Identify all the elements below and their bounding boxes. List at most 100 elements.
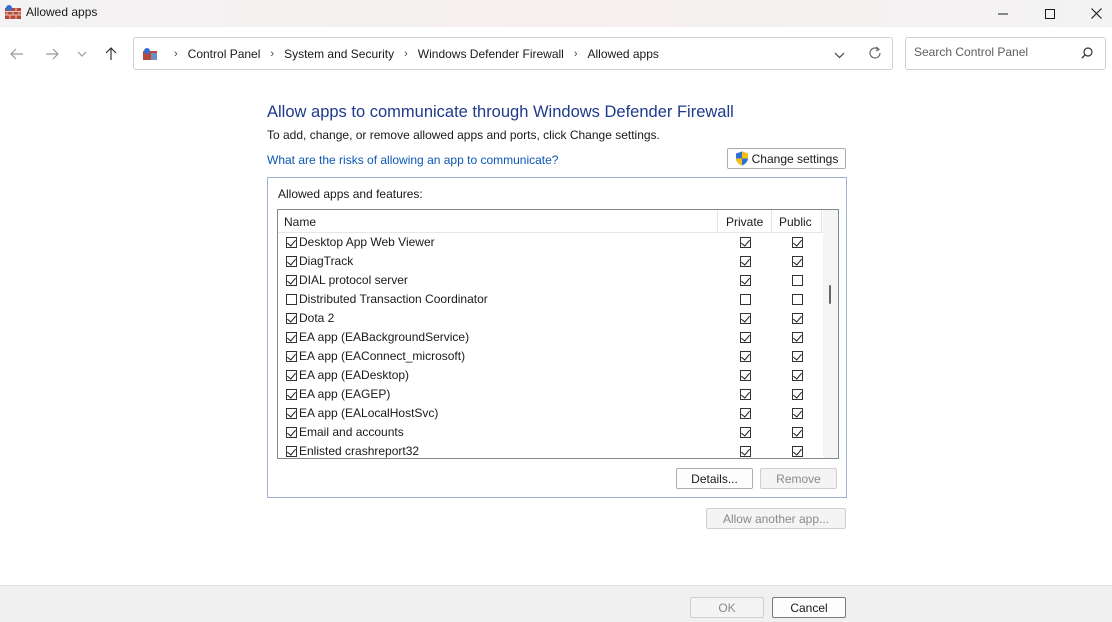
chevron-right-icon[interactable]: › bbox=[404, 48, 408, 60]
app-enabled-checkbox[interactable] bbox=[286, 313, 297, 324]
table-row[interactable]: EA app (EADesktop) bbox=[278, 366, 823, 385]
public-checkbox[interactable] bbox=[792, 237, 803, 248]
minimize-button[interactable] bbox=[980, 0, 1026, 27]
back-button[interactable] bbox=[7, 44, 27, 64]
address-dropdown-button[interactable] bbox=[834, 48, 845, 62]
app-enabled-checkbox[interactable] bbox=[286, 351, 297, 362]
public-checkbox[interactable] bbox=[792, 370, 803, 381]
column-header-public[interactable]: Public bbox=[779, 210, 812, 233]
app-enabled-checkbox[interactable] bbox=[286, 446, 297, 457]
private-checkbox[interactable] bbox=[740, 389, 751, 400]
uac-shield-icon bbox=[735, 151, 748, 166]
table-row[interactable]: EA app (EAConnect_microsoft) bbox=[278, 347, 823, 366]
arrow-left-icon bbox=[10, 48, 23, 60]
public-checkbox[interactable] bbox=[792, 408, 803, 419]
app-enabled-checkbox[interactable] bbox=[286, 370, 297, 381]
public-checkbox[interactable] bbox=[792, 294, 803, 305]
app-enabled-checkbox[interactable] bbox=[286, 256, 297, 267]
column-header-private[interactable]: Private bbox=[726, 210, 763, 233]
forward-button[interactable] bbox=[42, 44, 62, 64]
app-name: Desktop App Web Viewer bbox=[299, 235, 435, 249]
app-enabled-checkbox[interactable] bbox=[286, 332, 297, 343]
public-checkbox[interactable] bbox=[792, 256, 803, 267]
private-checkbox[interactable] bbox=[740, 370, 751, 381]
ok-button[interactable]: OK bbox=[690, 597, 764, 618]
cancel-button[interactable]: Cancel bbox=[772, 597, 846, 618]
control-panel-icon bbox=[142, 47, 158, 61]
public-checkbox[interactable] bbox=[792, 332, 803, 343]
app-name: EA app (EABackgroundService) bbox=[299, 330, 470, 344]
maximize-button[interactable] bbox=[1027, 0, 1073, 27]
table-row[interactable]: Enlisted crashreport32 bbox=[278, 442, 823, 458]
up-button[interactable] bbox=[101, 44, 121, 64]
private-checkbox[interactable] bbox=[740, 313, 751, 324]
table-row[interactable]: EA app (EAGEP) bbox=[278, 385, 823, 404]
app-enabled-checkbox[interactable] bbox=[286, 275, 297, 286]
breadcrumb-windows-defender-firewall[interactable]: Windows Defender Firewall bbox=[418, 47, 564, 61]
details-button[interactable]: Details... bbox=[676, 468, 753, 489]
table-row[interactable]: Dota 2 bbox=[278, 309, 823, 328]
chevron-right-icon[interactable]: › bbox=[270, 48, 274, 60]
app-enabled-checkbox[interactable] bbox=[286, 408, 297, 419]
public-checkbox[interactable] bbox=[792, 351, 803, 362]
public-checkbox[interactable] bbox=[792, 313, 803, 324]
remove-button[interactable]: Remove bbox=[760, 468, 837, 489]
table-row[interactable]: DiagTrack bbox=[278, 252, 823, 271]
private-checkbox[interactable] bbox=[740, 294, 751, 305]
table-row[interactable]: EA app (EABackgroundService) bbox=[278, 328, 823, 347]
refresh-button[interactable] bbox=[868, 46, 882, 63]
app-name: EA app (EAConnect_microsoft) bbox=[299, 349, 466, 363]
table-row[interactable]: Email and accounts bbox=[278, 423, 823, 442]
app-enabled-checkbox[interactable] bbox=[286, 237, 297, 248]
breadcrumb-system-and-security[interactable]: System and Security bbox=[284, 47, 394, 61]
allowed-apps-list[interactable]: Name Private Public Desktop App Web View… bbox=[277, 209, 839, 459]
private-checkbox[interactable] bbox=[740, 332, 751, 343]
column-header-name[interactable]: Name bbox=[284, 210, 316, 233]
public-checkbox[interactable] bbox=[792, 389, 803, 400]
table-row[interactable]: Distributed Transaction Coordinator bbox=[278, 290, 823, 309]
maximize-icon bbox=[1045, 8, 1055, 19]
public-checkbox[interactable] bbox=[792, 427, 803, 438]
table-row[interactable]: EA app (EALocalHostSvc) bbox=[278, 404, 823, 423]
recent-locations-button[interactable] bbox=[72, 44, 92, 64]
change-settings-button[interactable]: Change settings bbox=[727, 148, 846, 169]
refresh-icon bbox=[869, 46, 881, 59]
breadcrumb-allowed-apps[interactable]: Allowed apps bbox=[588, 47, 659, 61]
allow-another-app-button[interactable]: Allow another app... bbox=[706, 508, 846, 529]
private-checkbox[interactable] bbox=[740, 351, 751, 362]
private-checkbox[interactable] bbox=[740, 237, 751, 248]
chevron-down-icon bbox=[77, 51, 87, 57]
table-row[interactable]: DIAL protocol server bbox=[278, 271, 823, 290]
app-enabled-checkbox[interactable] bbox=[286, 389, 297, 400]
app-name: EA app (EAGEP) bbox=[299, 387, 391, 401]
public-checkbox[interactable] bbox=[792, 275, 803, 286]
group-title: Allowed apps and features: bbox=[278, 187, 423, 201]
app-name: EA app (EALocalHostSvc) bbox=[299, 406, 439, 420]
search-input[interactable] bbox=[914, 45, 1074, 59]
close-button[interactable] bbox=[1073, 0, 1112, 27]
app-enabled-checkbox[interactable] bbox=[286, 427, 297, 438]
app-enabled-checkbox[interactable] bbox=[286, 294, 297, 305]
navigation-bar: › Control Panel › System and Security › … bbox=[0, 27, 1112, 80]
table-row[interactable]: Desktop App Web Viewer bbox=[278, 233, 823, 252]
risks-help-link[interactable]: What are the risks of allowing an app to… bbox=[267, 153, 558, 167]
private-checkbox[interactable] bbox=[740, 446, 751, 457]
scrollbar-thumb[interactable] bbox=[829, 285, 831, 304]
private-checkbox[interactable] bbox=[740, 408, 751, 419]
private-checkbox[interactable] bbox=[740, 275, 751, 286]
address-bar[interactable]: › Control Panel › System and Security › … bbox=[133, 37, 893, 70]
app-name: DIAL protocol server bbox=[299, 273, 408, 287]
private-checkbox[interactable] bbox=[740, 256, 751, 267]
column-divider[interactable] bbox=[771, 210, 772, 233]
vertical-scrollbar[interactable] bbox=[823, 210, 838, 458]
search-box[interactable] bbox=[905, 37, 1106, 70]
app-name: DiagTrack bbox=[299, 254, 354, 268]
chevron-right-icon[interactable]: › bbox=[574, 48, 578, 60]
private-checkbox[interactable] bbox=[740, 427, 751, 438]
column-divider[interactable] bbox=[717, 210, 718, 233]
app-name: Email and accounts bbox=[299, 425, 404, 439]
search-icon[interactable] bbox=[1081, 47, 1093, 62]
public-checkbox[interactable] bbox=[792, 446, 803, 457]
firewall-icon bbox=[4, 4, 22, 20]
breadcrumb-control-panel[interactable]: Control Panel bbox=[188, 47, 261, 61]
